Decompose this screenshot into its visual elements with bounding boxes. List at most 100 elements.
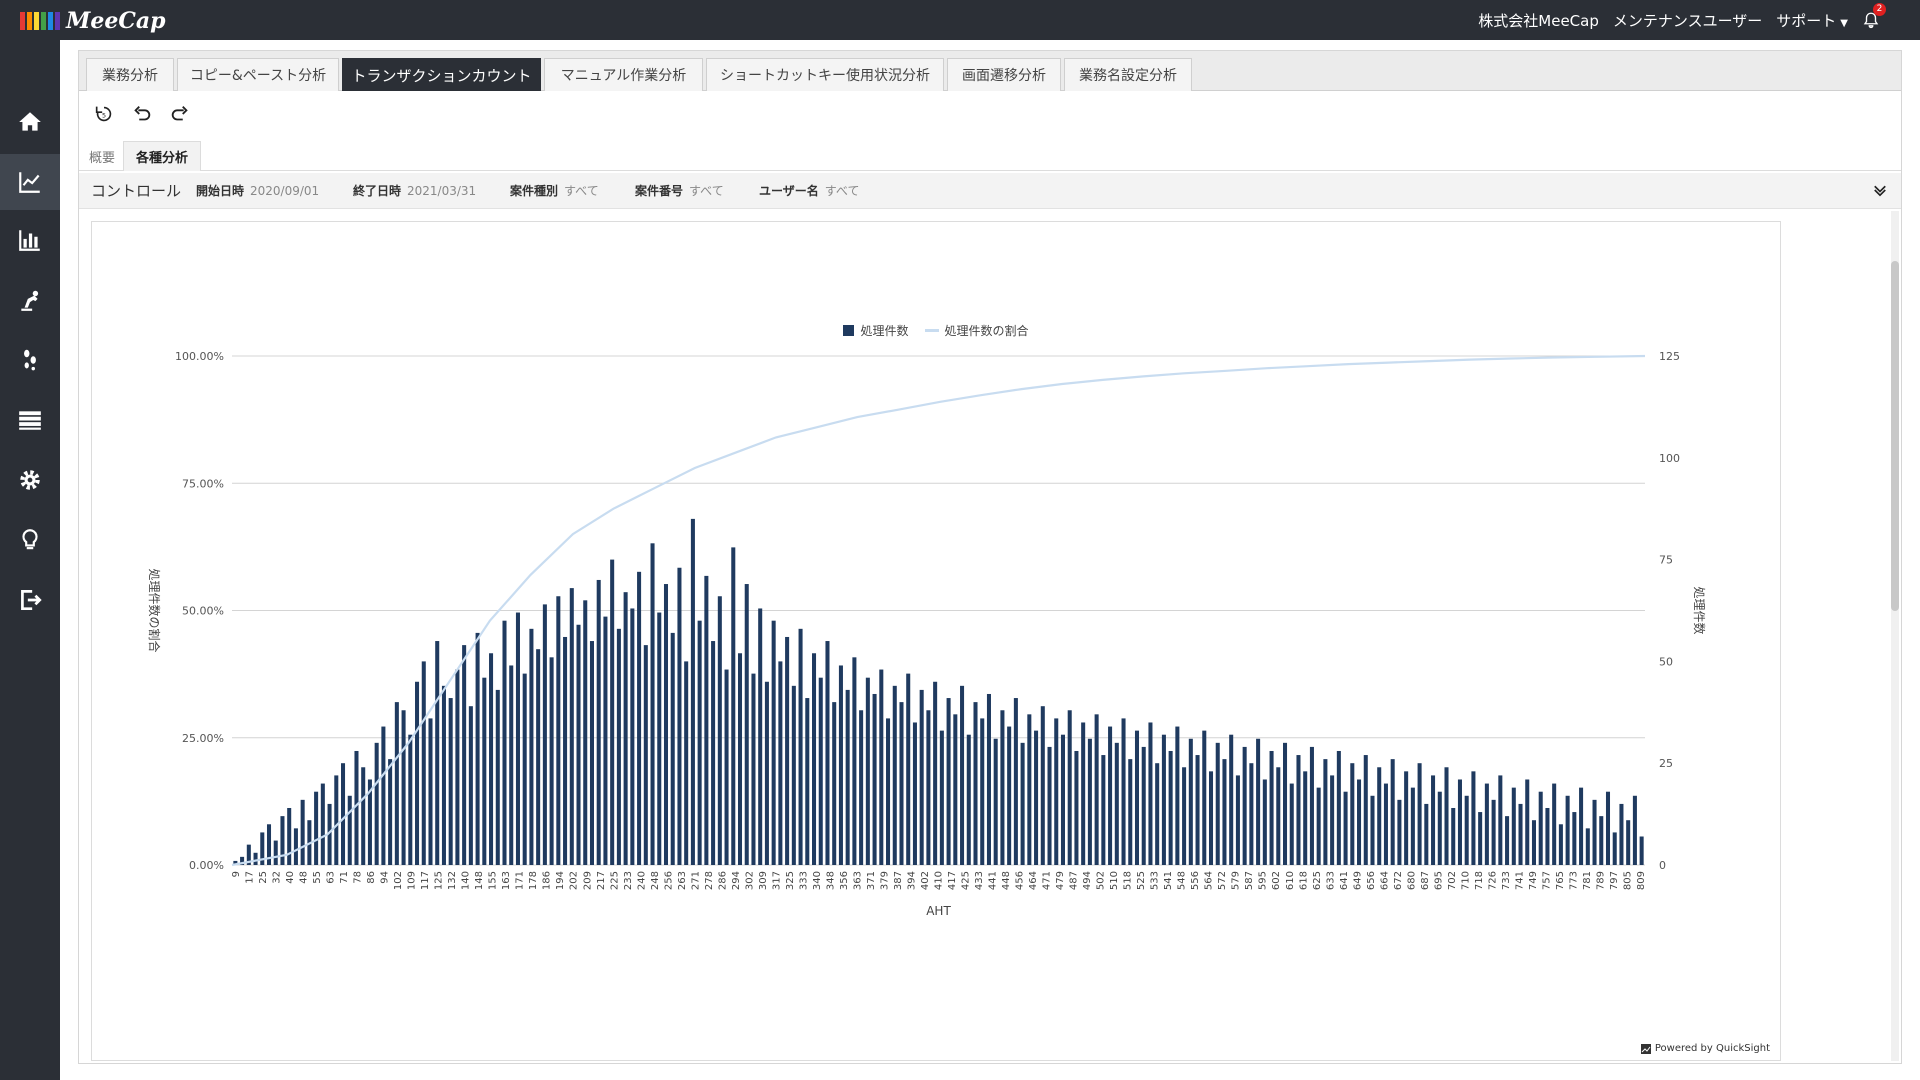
x-tick-label: 63 bbox=[326, 871, 337, 884]
bar bbox=[859, 710, 864, 865]
bar bbox=[798, 628, 803, 865]
vertical-scrollbar[interactable] bbox=[1891, 211, 1899, 1061]
bar bbox=[690, 518, 695, 865]
bar bbox=[1599, 816, 1604, 865]
tab-shortcut-usage-analysis[interactable]: ショートカットキー使用状況分析 bbox=[706, 58, 944, 91]
bar bbox=[1363, 755, 1368, 865]
bar bbox=[509, 665, 514, 865]
bar bbox=[933, 681, 938, 865]
support-menu[interactable]: サポート ▼ bbox=[1776, 10, 1848, 31]
x-tick-label: 394 bbox=[906, 871, 917, 890]
bar bbox=[1478, 812, 1483, 865]
bar bbox=[455, 669, 460, 865]
x-tick-label: 479 bbox=[1055, 871, 1066, 890]
bar bbox=[1208, 771, 1214, 865]
bar bbox=[1047, 746, 1052, 865]
bar bbox=[1040, 706, 1045, 865]
bar bbox=[1505, 816, 1510, 865]
x-tick-label: 765 bbox=[1555, 871, 1566, 890]
x-tick-label: 541 bbox=[1163, 871, 1174, 890]
bar bbox=[764, 681, 769, 865]
bar bbox=[1632, 795, 1637, 865]
bar bbox=[1343, 791, 1348, 865]
tab-transaction-count[interactable]: トランザクションカウント bbox=[342, 58, 541, 91]
bar bbox=[1182, 767, 1187, 865]
control-case-number[interactable]: 案件番号 すべて bbox=[635, 173, 724, 209]
bar bbox=[805, 698, 810, 865]
tab-task-name-settings-analysis[interactable]: 業務名設定分析 bbox=[1064, 58, 1192, 91]
logo-bar bbox=[55, 12, 60, 30]
reset-button[interactable]: 5 bbox=[91, 101, 117, 127]
control-case-type[interactable]: 案件種別 すべて bbox=[510, 173, 599, 209]
bar bbox=[1518, 803, 1523, 865]
control-user-name[interactable]: ユーザー名 すべて bbox=[759, 173, 859, 209]
bar bbox=[1424, 803, 1429, 865]
control-end-date[interactable]: 終了日時 2021/03/31 bbox=[353, 173, 476, 209]
subtab-various-analysis[interactable]: 各種分析 bbox=[123, 141, 201, 171]
bar bbox=[886, 718, 891, 865]
bar bbox=[556, 596, 561, 865]
control-start-date[interactable]: 開始日時 2020/09/01 bbox=[196, 173, 319, 209]
tab-screen-transition-analysis[interactable]: 画面遷移分析 bbox=[947, 58, 1061, 91]
sidebar-item-list[interactable] bbox=[0, 392, 60, 448]
sidebar-item-robot[interactable] bbox=[0, 272, 60, 328]
x-tick-label: 171 bbox=[515, 871, 526, 890]
bar bbox=[1155, 763, 1160, 865]
chevron-down-icon[interactable] bbox=[1871, 181, 1889, 199]
bar bbox=[1195, 755, 1200, 865]
bar bbox=[953, 714, 958, 865]
sidebar-item-report[interactable] bbox=[0, 212, 60, 268]
sidebar-item-ideas[interactable] bbox=[0, 512, 60, 568]
bar bbox=[1558, 824, 1563, 865]
bar bbox=[549, 657, 554, 865]
bar bbox=[596, 579, 601, 865]
bar bbox=[1639, 836, 1644, 865]
x-tick-label: 602 bbox=[1271, 871, 1282, 890]
right-axis-title: 処理件数 bbox=[1692, 586, 1707, 634]
bar bbox=[1404, 771, 1409, 865]
x-tick-label: 687 bbox=[1420, 871, 1431, 890]
x-tick-label: 533 bbox=[1150, 871, 1161, 890]
bar bbox=[643, 645, 648, 865]
bar bbox=[912, 722, 917, 865]
app-logo[interactable]: MeeCap bbox=[20, 6, 166, 36]
undo-button[interactable] bbox=[129, 101, 155, 127]
bar bbox=[724, 669, 729, 865]
bar bbox=[1101, 755, 1106, 865]
notification-bell[interactable]: 2 bbox=[1862, 3, 1886, 29]
x-tick-label: 140 bbox=[461, 871, 472, 890]
x-tick-label: 572 bbox=[1217, 871, 1228, 890]
sidebar-item-home[interactable] bbox=[0, 94, 60, 150]
bar bbox=[341, 763, 346, 865]
bar bbox=[1215, 742, 1220, 865]
bar bbox=[1114, 742, 1119, 865]
x-tick-label: 117 bbox=[420, 871, 431, 890]
bar bbox=[1309, 746, 1314, 865]
bar bbox=[1007, 726, 1012, 865]
x-tick-label: 40 bbox=[285, 871, 296, 884]
subtab-overview[interactable]: 概要 bbox=[81, 141, 123, 171]
x-tick-label: 148 bbox=[474, 871, 485, 890]
bar bbox=[1256, 738, 1261, 865]
user-name[interactable]: メンテナンスユーザー bbox=[1613, 10, 1762, 31]
sidebar-item-settings[interactable] bbox=[0, 452, 60, 508]
bar bbox=[1229, 734, 1234, 865]
sidebar-item-analysis[interactable] bbox=[0, 154, 60, 210]
bar bbox=[1464, 795, 1469, 865]
bar bbox=[1081, 722, 1086, 865]
bar bbox=[717, 596, 722, 865]
bar bbox=[1377, 767, 1382, 865]
bar bbox=[993, 738, 998, 865]
support-label: サポート bbox=[1776, 11, 1837, 30]
bar bbox=[408, 734, 413, 865]
tab-copy-paste-analysis[interactable]: コピー&ペースト分析 bbox=[177, 58, 339, 91]
sidebar-item-steps[interactable] bbox=[0, 332, 60, 388]
scrollbar-thumb[interactable] bbox=[1891, 261, 1899, 611]
x-tick-label: 217 bbox=[596, 871, 607, 890]
tab-business-analysis[interactable]: 業務分析 bbox=[86, 58, 174, 91]
control-label: 終了日時 bbox=[353, 184, 402, 198]
redo-button[interactable] bbox=[167, 101, 193, 127]
undo-icon bbox=[134, 106, 151, 121]
tab-manual-work-analysis[interactable]: マニュアル作業分析 bbox=[544, 58, 703, 91]
sidebar-item-logout[interactable] bbox=[0, 572, 60, 628]
